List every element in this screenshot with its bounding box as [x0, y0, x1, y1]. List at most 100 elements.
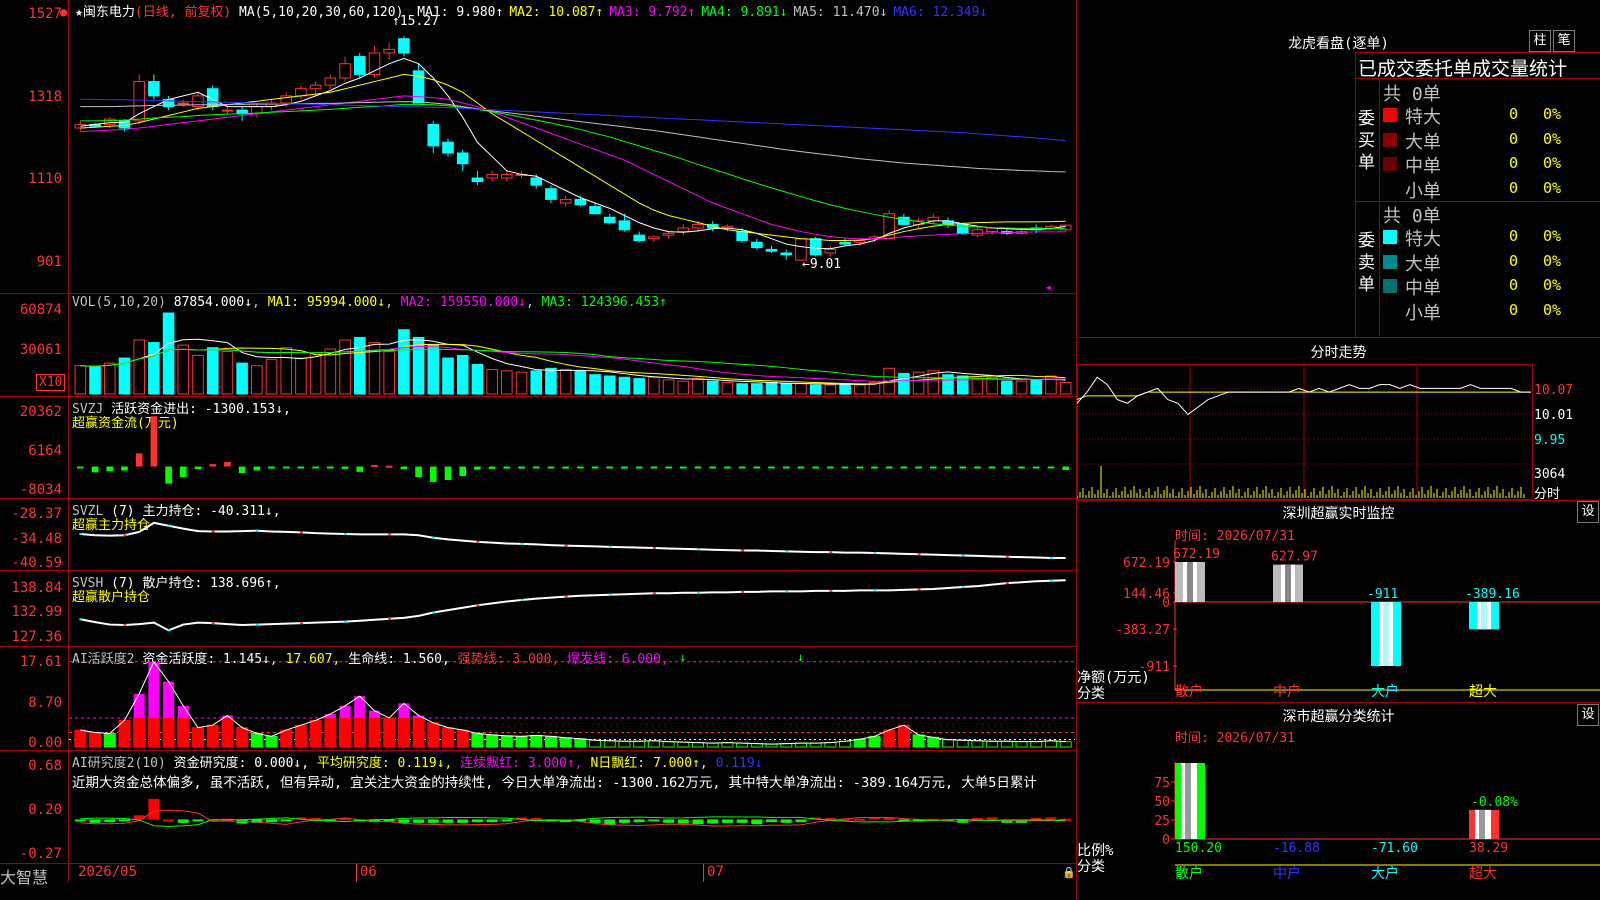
- volume-bar: [780, 383, 793, 395]
- net-tick: -383.27: [1115, 623, 1170, 638]
- research-red-line: [80, 809, 1066, 827]
- ma6-line: [80, 98, 1066, 141]
- svsh-dot: [961, 586, 965, 589]
- svsh-dot: [564, 595, 568, 598]
- category-label: 中户: [1273, 865, 1301, 882]
- svsh-dot: [917, 588, 921, 591]
- svsh-dot: [123, 624, 127, 627]
- activity-tick: 8.70: [28, 695, 62, 711]
- row-name: 大单: [1405, 253, 1441, 275]
- ma-value: MA6: 12.349↓: [893, 5, 988, 20]
- volume-bar: [603, 375, 616, 395]
- main-chart-panel[interactable]: ● ★闽东电力(日线, 前复权) MA(5,10,20,30,60,120) M…: [0, 0, 1077, 900]
- activity-bar: [133, 717, 146, 748]
- divider: [1379, 78, 1380, 336]
- activity-bar: [647, 740, 660, 748]
- research-bar: [177, 819, 189, 823]
- research-bar: [751, 819, 763, 825]
- monitor-settings-button[interactable]: 设: [1577, 501, 1599, 523]
- color-swatch: [1383, 230, 1397, 244]
- fund-flow-bar: [724, 466, 731, 469]
- retail-holding-chart[interactable]: [69, 571, 1075, 646]
- bar-view-button[interactable]: 柱: [1529, 30, 1551, 52]
- volume-chart[interactable]: [69, 294, 1075, 396]
- row-name: 小单: [1405, 180, 1441, 202]
- intraday-chart[interactable]: [1077, 364, 1532, 499]
- candle-down: [809, 238, 822, 256]
- activity-burst-bar: [398, 703, 410, 718]
- svsh-dot: [167, 629, 171, 632]
- net-amount-chart[interactable]: 672.19144.460-383.27-911672.19散户627.97中户…: [1077, 540, 1600, 700]
- svzl-dot: [167, 524, 171, 527]
- candle-up: [295, 88, 307, 97]
- fund-flow-bar: [562, 466, 569, 469]
- candle-up: [853, 240, 866, 243]
- activity-bar: [397, 717, 410, 748]
- volume-bar: [133, 339, 145, 395]
- candle-down: [456, 152, 469, 165]
- ratio-chart[interactable]: 75 50 25 0 150.20 散户 -16.88 中户 -71.60 大户 38.29 超大 -0…: [1077, 742, 1600, 900]
- research-bar: [457, 819, 469, 823]
- fund-flow-bar: [1047, 466, 1055, 469]
- volume-bar: [398, 329, 410, 395]
- candle-down: [530, 177, 543, 186]
- fund-flow-chart[interactable]: [69, 397, 1075, 498]
- fund-flow-bar: [606, 466, 614, 469]
- ratio-bar-core: [1479, 809, 1485, 839]
- net-value-label: 672.19: [1173, 547, 1220, 562]
- research-bar: [780, 819, 792, 823]
- left-arrow-icon[interactable]: ◀: [1046, 283, 1051, 292]
- research-bar: [471, 819, 483, 823]
- research-bar: [663, 819, 675, 823]
- row-pct: 0%: [1543, 251, 1562, 270]
- row-name: 特大: [1405, 229, 1441, 250]
- research-bar: [427, 819, 439, 823]
- volume-bar: [412, 336, 425, 395]
- price-tick: 901: [36, 254, 62, 270]
- activity-chart[interactable]: ↓ ↓: [69, 647, 1075, 750]
- volume-bar: [530, 370, 543, 395]
- svzl-dot: [873, 552, 877, 555]
- activity-bar: [868, 735, 881, 748]
- stock-name[interactable]: ★闽东电力: [75, 5, 135, 20]
- fund-flow-bar: [474, 466, 481, 470]
- lock-icon[interactable]: 🔒: [1062, 866, 1076, 879]
- research-chart[interactable]: [69, 788, 1075, 863]
- volume-bar: [1030, 379, 1043, 395]
- tick-view-button[interactable]: 笔: [1553, 30, 1575, 52]
- svsh-dot: [741, 590, 745, 593]
- activity-bar: [1015, 741, 1028, 748]
- row-count: 0: [1509, 251, 1519, 270]
- candle-down: [471, 177, 484, 183]
- category-label: 超大: [1469, 684, 1497, 700]
- svzl-dot: [255, 529, 259, 532]
- volume-bar: [824, 384, 837, 395]
- net-bar-core: [1285, 564, 1291, 602]
- research-bar: [148, 798, 160, 820]
- color-swatch: [1383, 254, 1397, 269]
- n-day-red: N日飘红: 7.000↑,: [590, 756, 708, 771]
- activity-bar: [1000, 740, 1013, 748]
- candle-up: [501, 173, 513, 179]
- research-bar: [398, 819, 410, 823]
- intraday-vol-tick: 3064: [1534, 467, 1566, 482]
- row-pct: 0%: [1543, 276, 1562, 294]
- research-bar: [89, 819, 101, 823]
- candle-up: [677, 227, 690, 233]
- candlestick-chart[interactable]: [69, 20, 1075, 293]
- research-bar: [486, 819, 498, 823]
- main-holding-chart[interactable]: [69, 499, 1075, 570]
- chart-mode[interactable]: (日线, 前复权): [135, 5, 231, 20]
- svzl-tick: -28.37: [11, 506, 62, 522]
- svsh-dot: [873, 589, 877, 592]
- classify-settings-button[interactable]: 设: [1577, 704, 1599, 726]
- research-last: 0.119↓: [715, 756, 763, 771]
- activity-bar: [103, 732, 116, 748]
- net-tick: 672.19: [1123, 556, 1170, 571]
- row-name: 中单: [1405, 156, 1441, 177]
- activity-bar: [559, 737, 572, 748]
- fund-flow-bar: [503, 466, 511, 469]
- fund-flow-bar: [797, 466, 805, 469]
- svsh-dot: [211, 622, 215, 625]
- ratio-value-label: -16.88: [1273, 841, 1320, 856]
